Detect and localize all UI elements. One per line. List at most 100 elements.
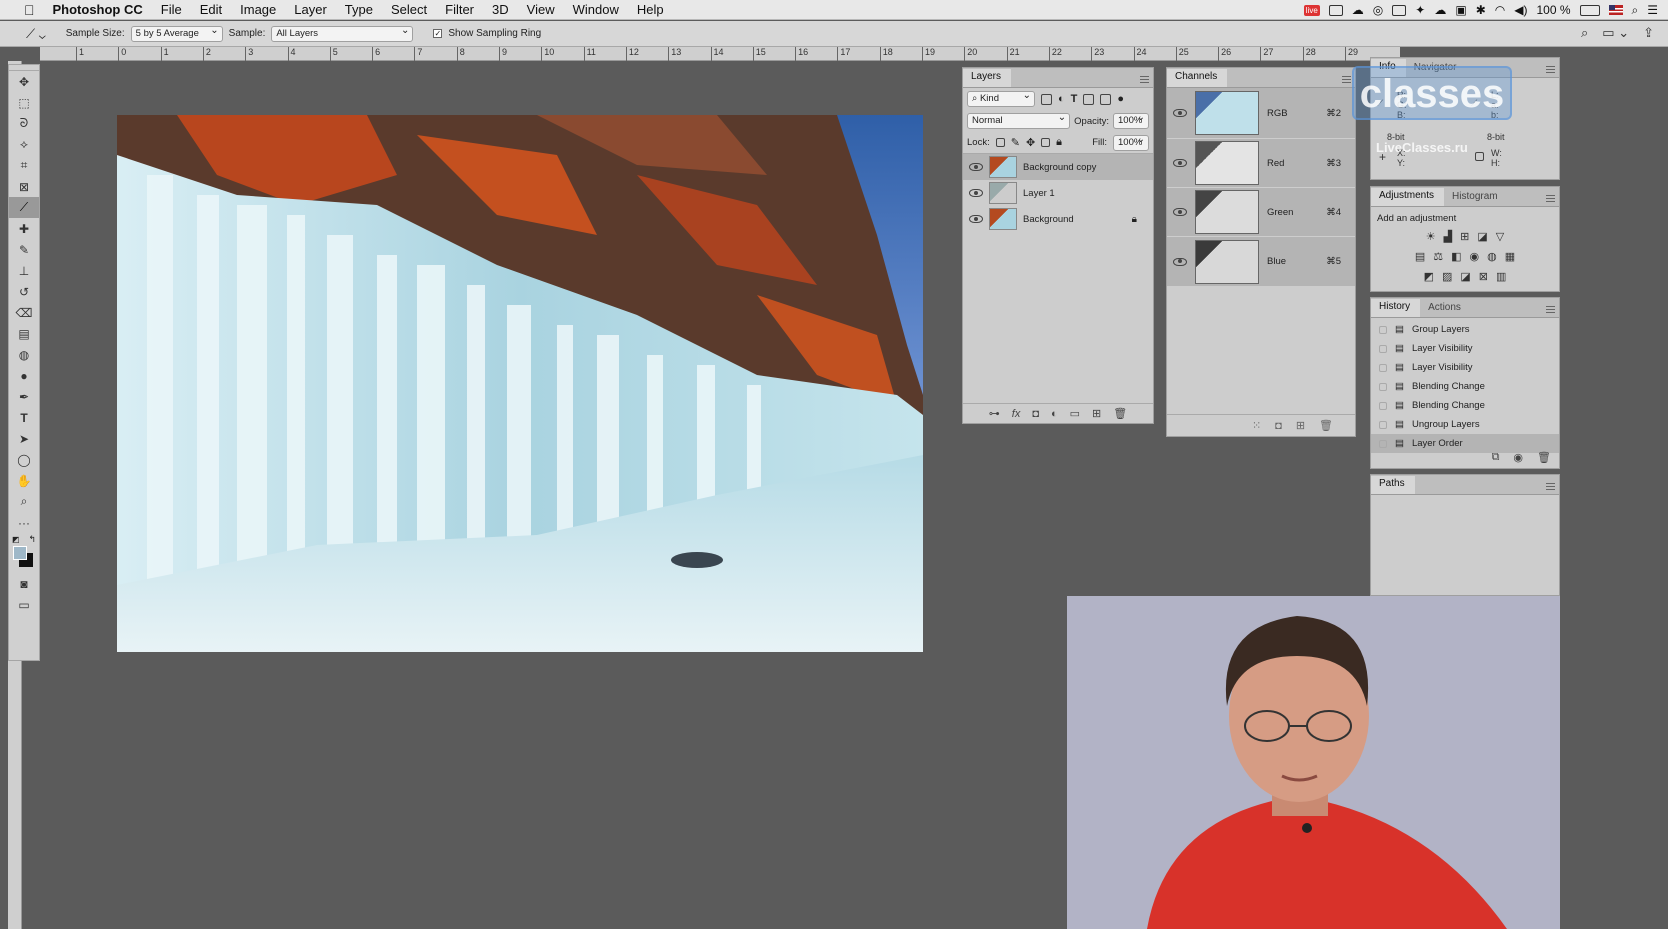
layer-name[interactable]: Background bbox=[1023, 214, 1074, 225]
wifi-icon[interactable]: ◠ bbox=[1495, 3, 1505, 17]
history-item[interactable]: ▤ Layer Visibility bbox=[1371, 358, 1559, 377]
clone-stamp-tool-icon[interactable]: ⊥ bbox=[9, 260, 39, 281]
blur-tool-icon[interactable]: ◍ bbox=[9, 344, 39, 365]
load-selection-icon[interactable]: ⁙ bbox=[1252, 419, 1261, 432]
menu-file[interactable]: File bbox=[152, 2, 191, 17]
color-lookup-icon[interactable]: ▦ bbox=[1505, 250, 1515, 263]
cloud-sync-icon[interactable]: ☁ bbox=[1434, 3, 1446, 17]
dropbox-icon[interactable]: ✦ bbox=[1415, 3, 1425, 17]
dodge-tool-icon[interactable]: ● bbox=[9, 365, 39, 386]
fill-input[interactable]: 100% bbox=[1113, 134, 1149, 151]
swap-colors-icon[interactable]: ↰ bbox=[28, 534, 36, 545]
tab-channels[interactable]: Channels bbox=[1167, 69, 1228, 87]
exposure-icon[interactable]: ◪ bbox=[1477, 230, 1487, 243]
healing-brush-tool-icon[interactable]: ✚ bbox=[9, 218, 39, 239]
new-document-from-state-icon[interactable]: ⧉ bbox=[1492, 451, 1500, 464]
history-source-checkbox[interactable] bbox=[1379, 439, 1387, 448]
panel-menu-icon[interactable] bbox=[1546, 483, 1555, 490]
lasso-tool-icon[interactable]: ᘐ bbox=[9, 113, 39, 134]
sample-select[interactable]: All Layers bbox=[271, 25, 414, 42]
spotlight-search-icon[interactable]: ⌕ bbox=[1632, 3, 1639, 18]
curves-icon[interactable]: ⊞ bbox=[1460, 230, 1469, 243]
color-balance-icon[interactable]: ⚖ bbox=[1433, 250, 1443, 263]
add-mask-icon[interactable]: ◘ bbox=[1032, 408, 1039, 420]
screen-icon[interactable] bbox=[1392, 4, 1407, 16]
menu-image[interactable]: Image bbox=[231, 2, 285, 17]
menu-select[interactable]: Select bbox=[382, 2, 436, 17]
menu-layer[interactable]: Layer bbox=[285, 2, 336, 17]
history-source-checkbox[interactable] bbox=[1379, 420, 1387, 429]
menu-view[interactable]: View bbox=[518, 2, 564, 17]
crop-tool-icon[interactable]: ⌗ bbox=[9, 155, 39, 176]
panel-menu-icon[interactable] bbox=[1546, 195, 1555, 202]
workspace-icon[interactable]: ▭ ⌄ bbox=[1602, 25, 1629, 41]
gradient-map-icon[interactable]: ▥ bbox=[1496, 270, 1506, 283]
invert-icon[interactable]: ◩ bbox=[1424, 270, 1434, 283]
vibrance-icon[interactable]: ▽ bbox=[1496, 230, 1504, 243]
notification-center-icon[interactable]: ☰ bbox=[1647, 3, 1658, 17]
marquee-tool-icon[interactable]: ⬚ bbox=[9, 92, 39, 113]
brush-tool-icon[interactable]: ✎ bbox=[9, 239, 39, 260]
lock-artboard-icon[interactable] bbox=[1041, 138, 1051, 147]
visibility-eye-icon[interactable] bbox=[969, 189, 983, 197]
history-source-checkbox[interactable] bbox=[1379, 325, 1387, 334]
tab-paths[interactable]: Paths bbox=[1371, 476, 1415, 494]
screen-mode-icon[interactable]: ▭ bbox=[9, 594, 39, 615]
tab-actions[interactable]: Actions bbox=[1420, 302, 1471, 317]
gradient-tool-icon[interactable]: ▤ bbox=[9, 323, 39, 344]
menu-3d[interactable]: 3D bbox=[483, 2, 518, 17]
eraser-tool-icon[interactable]: ⌫ bbox=[9, 302, 39, 323]
channel-mixer-icon[interactable]: ◍ bbox=[1487, 250, 1497, 263]
selective-color-icon[interactable]: ⊠ bbox=[1479, 270, 1488, 283]
layer-filter-kind-select[interactable]: ⌕ Kind bbox=[967, 90, 1035, 107]
new-group-icon[interactable]: ▭ bbox=[1070, 407, 1080, 420]
visibility-eye-icon[interactable] bbox=[969, 163, 983, 171]
path-selection-tool-icon[interactable]: ➤ bbox=[9, 428, 39, 449]
quick-select-tool-icon[interactable]: ⟡ bbox=[9, 134, 39, 155]
opacity-input[interactable]: 100% bbox=[1113, 112, 1149, 129]
blend-mode-select[interactable]: Normal bbox=[967, 112, 1071, 129]
posterize-icon[interactable]: ▨ bbox=[1442, 270, 1452, 283]
menu-window[interactable]: Window bbox=[564, 2, 628, 17]
history-item[interactable]: ▤ Blending Change bbox=[1371, 396, 1559, 415]
more-tools-icon[interactable]: ··· bbox=[9, 512, 39, 533]
photo-filter-icon[interactable]: ◉ bbox=[1470, 250, 1480, 263]
link-layers-icon[interactable]: ⊶ bbox=[989, 407, 1000, 420]
search-icon[interactable]: ⌕ bbox=[1581, 25, 1588, 41]
history-source-checkbox[interactable] bbox=[1379, 363, 1387, 372]
channel-row[interactable]: Red ⌘3 bbox=[1167, 139, 1355, 188]
delete-layer-icon[interactable]: 🗑︎ bbox=[1113, 407, 1127, 420]
threshold-icon[interactable]: ◪ bbox=[1460, 270, 1470, 283]
lock-all-icon[interactable]: 🔒︎ bbox=[1056, 136, 1062, 149]
history-item[interactable]: ▤ Blending Change bbox=[1371, 377, 1559, 396]
pen-tool-icon[interactable]: ✒ bbox=[9, 386, 39, 407]
tab-layers[interactable]: Layers bbox=[963, 69, 1012, 87]
document-canvas-image[interactable] bbox=[117, 115, 923, 652]
layer-row[interactable]: Layer 1 bbox=[963, 180, 1153, 206]
lock-pixels-icon[interactable]: ✎ bbox=[1011, 136, 1020, 149]
history-source-checkbox[interactable] bbox=[1379, 382, 1387, 391]
lock-transparent-icon[interactable] bbox=[995, 138, 1005, 147]
creative-cloud-icon[interactable]: ◎ bbox=[1373, 3, 1383, 17]
tab-histogram[interactable]: Histogram bbox=[1444, 191, 1508, 206]
panel-menu-icon[interactable] bbox=[1546, 66, 1555, 73]
type-tool-icon[interactable]: T bbox=[9, 407, 39, 428]
channel-row[interactable]: RGB ⌘2 bbox=[1167, 88, 1355, 139]
quick-mask-icon[interactable]: ◙ bbox=[9, 573, 39, 594]
hue-saturation-icon[interactable]: ▤ bbox=[1415, 250, 1425, 263]
history-brush-tool-icon[interactable]: ↺ bbox=[9, 281, 39, 302]
filter-adjustment-icon[interactable]: ◐ bbox=[1058, 93, 1065, 105]
toolbox-icon[interactable]: ▣ bbox=[1455, 3, 1466, 17]
history-item[interactable]: ▤ Layer Visibility bbox=[1371, 339, 1559, 358]
panel-menu-icon[interactable] bbox=[1140, 76, 1149, 83]
layer-row[interactable]: Background copy bbox=[963, 154, 1153, 180]
bluetooth-icon[interactable]: ✱ bbox=[1476, 3, 1486, 17]
zoom-tool-icon[interactable]: ⌕ bbox=[9, 491, 39, 512]
delete-state-icon[interactable]: 🗑︎ bbox=[1537, 451, 1551, 464]
filter-type-icon[interactable]: T bbox=[1071, 93, 1078, 105]
layer-name[interactable]: Layer 1 bbox=[1023, 188, 1055, 199]
menu-help[interactable]: Help bbox=[628, 2, 673, 17]
layer-row[interactable]: Background 🔒︎ bbox=[963, 206, 1153, 232]
horizontal-ruler[interactable]: 1 0 1 2 3 4 5 6 7 8 9 10 11 12 13 14 15 16 17 18 19 20 21 22 23 2… bbox=[40, 47, 1400, 61]
lock-position-icon[interactable]: ✥ bbox=[1026, 136, 1035, 149]
